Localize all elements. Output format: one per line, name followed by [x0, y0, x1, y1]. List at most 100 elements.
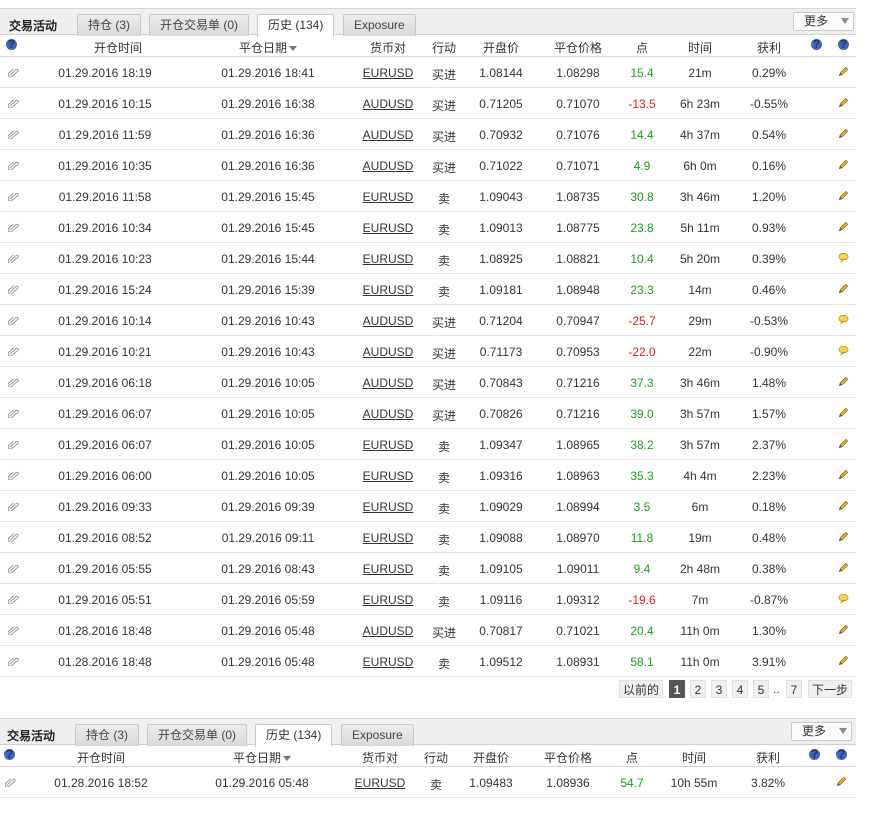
pager-page-1[interactable]: 1 — [669, 680, 685, 698]
cell-symbol-link[interactable]: EURUSD — [363, 655, 414, 669]
pencil-icon[interactable] — [838, 624, 849, 635]
header-duration[interactable]: 时间 — [682, 749, 706, 766]
pager-page-2[interactable]: 2 — [690, 680, 706, 698]
table-row[interactable]: 01.29.2016 18:19 01.29.2016 18:41 EURUSD 买进… — [0, 57, 856, 88]
header-profit[interactable]: 获利 — [757, 39, 781, 56]
table-row[interactable]: 01.29.2016 11:59 01.29.2016 16:36 AUDUSD 买进… — [0, 119, 856, 150]
paperclip-icon[interactable] — [7, 159, 19, 171]
pencil-icon[interactable] — [838, 562, 849, 573]
table-row[interactable]: 01.29.2016 05:51 01.29.2016 05:59 EURUSD 卖 1… — [0, 584, 856, 615]
table-row[interactable]: 01.28.2016 18:48 01.29.2016 05:48 EURUSD 卖 1… — [0, 646, 856, 677]
paperclip-icon[interactable] — [7, 128, 19, 140]
pager-page-4[interactable]: 4 — [732, 680, 748, 698]
paperclip-icon[interactable] — [7, 407, 19, 419]
header-close-price[interactable]: 平仓价格 — [544, 749, 592, 766]
header-action[interactable]: 行动 — [424, 749, 448, 766]
header-points[interactable]: 点 — [626, 749, 638, 766]
pager-prev-button[interactable]: 以前的 — [619, 680, 663, 698]
cell-symbol-link[interactable]: EURUSD — [363, 593, 414, 607]
table-row[interactable]: 01.29.2016 06:07 01.29.2016 10:05 AUDUSD 买进… — [0, 398, 856, 429]
help-icon[interactable]: ? — [6, 38, 17, 50]
table-row[interactable]: 01.29.2016 06:07 01.29.2016 10:05 EURUSD 卖 1… — [0, 429, 856, 460]
header-profit[interactable]: 获利 — [756, 749, 780, 766]
pencil-icon[interactable] — [838, 128, 849, 139]
comment-icon[interactable] — [838, 593, 849, 604]
header-symbol[interactable]: 货币对 — [370, 39, 406, 56]
pager-page-last[interactable]: 7 — [786, 680, 802, 698]
paperclip-icon[interactable] — [4, 776, 16, 788]
table-row[interactable]: 01.29.2016 10:15 01.29.2016 16:38 AUDUSD 买进… — [0, 88, 856, 119]
pencil-icon[interactable] — [838, 500, 849, 511]
cell-symbol-link[interactable]: EURUSD — [363, 66, 414, 80]
paperclip-icon[interactable] — [7, 376, 19, 388]
table-row[interactable]: 01.29.2016 05:55 01.29.2016 08:43 EURUSD 卖 1… — [0, 553, 856, 584]
cell-symbol-link[interactable]: EURUSD — [363, 252, 414, 266]
pencil-icon[interactable] — [836, 776, 847, 787]
header-open-time[interactable]: 开仓时间 — [77, 749, 125, 766]
paperclip-icon[interactable] — [7, 314, 19, 326]
pencil-icon[interactable] — [838, 190, 849, 201]
tab-open-positions[interactable]: 持仓 (3) — [77, 14, 142, 36]
paperclip-icon[interactable] — [7, 593, 19, 605]
table-row[interactable]: 01.29.2016 11:58 01.29.2016 15:45 EURUSD 卖 1… — [0, 181, 856, 212]
help-icon[interactable]: ? — [4, 748, 15, 760]
paperclip-icon[interactable] — [7, 438, 19, 450]
cell-symbol-link[interactable]: EURUSD — [363, 438, 414, 452]
help-icon[interactable]: ? — [809, 748, 820, 760]
header-points[interactable]: 点 — [636, 39, 648, 56]
paperclip-icon[interactable] — [7, 190, 19, 202]
table-row[interactable]: 01.29.2016 15:24 01.29.2016 15:39 EURUSD 卖 1… — [0, 274, 856, 305]
paperclip-icon[interactable] — [7, 624, 19, 636]
paperclip-icon[interactable] — [7, 562, 19, 574]
cell-symbol-link[interactable]: EURUSD — [363, 283, 414, 297]
pencil-icon[interactable] — [838, 66, 849, 77]
more-dropdown[interactable]: 更多 — [791, 722, 852, 741]
cell-symbol-link[interactable]: EURUSD — [363, 190, 414, 204]
pencil-icon[interactable] — [838, 97, 849, 108]
cell-symbol-link[interactable]: AUDUSD — [363, 345, 414, 359]
tab-exposure[interactable]: Exposure — [343, 14, 416, 36]
header-close-date[interactable]: 平仓日期 — [239, 39, 298, 56]
cell-symbol-link[interactable]: AUDUSD — [363, 128, 414, 142]
table-row[interactable]: 01.29.2016 10:21 01.29.2016 10:43 AUDUSD 买进… — [0, 336, 856, 367]
tab-history[interactable]: 历史 (134) — [255, 724, 333, 747]
pencil-icon[interactable] — [838, 438, 849, 449]
cell-symbol-link[interactable]: EURUSD — [363, 500, 414, 514]
paperclip-icon[interactable] — [7, 252, 19, 264]
pencil-icon[interactable] — [838, 655, 849, 666]
cell-symbol-link[interactable]: AUDUSD — [363, 407, 414, 421]
cell-symbol-link[interactable]: EURUSD — [355, 776, 406, 790]
tab-pending-orders[interactable]: 开仓交易单 (0) — [147, 724, 248, 746]
table-row[interactable]: 01.29.2016 06:18 01.29.2016 10:05 AUDUSD 买进… — [0, 367, 856, 398]
table-row[interactable]: 01.29.2016 10:23 01.29.2016 15:44 EURUSD 卖 1… — [0, 243, 856, 274]
pager-page-5[interactable]: 5 — [753, 680, 769, 698]
header-action[interactable]: 行动 — [432, 39, 456, 56]
paperclip-icon[interactable] — [7, 97, 19, 109]
header-open-price[interactable]: 开盘价 — [483, 39, 519, 56]
cell-symbol-link[interactable]: EURUSD — [363, 531, 414, 545]
comment-icon[interactable] — [838, 252, 849, 263]
pager-next-button[interactable]: 下一步 — [808, 680, 852, 698]
help-icon[interactable]: ? — [836, 748, 847, 760]
table-row[interactable]: 01.29.2016 09:33 01.29.2016 09:39 EURUSD 卖 1… — [0, 491, 856, 522]
tab-history[interactable]: 历史 (134) — [257, 14, 335, 37]
comment-icon[interactable] — [838, 345, 849, 356]
table-row[interactable]: 01.29.2016 10:35 01.29.2016 16:36 AUDUSD 买进… — [0, 150, 856, 181]
help-icon[interactable]: ? — [838, 38, 849, 50]
header-duration[interactable]: 时间 — [688, 39, 712, 56]
paperclip-icon[interactable] — [7, 283, 19, 295]
pager-page-3[interactable]: 3 — [711, 680, 727, 698]
table-row[interactable]: 01.29.2016 10:14 01.29.2016 10:43 AUDUSD 买进… — [0, 305, 856, 336]
cell-symbol-link[interactable]: EURUSD — [363, 469, 414, 483]
header-symbol[interactable]: 货币对 — [362, 749, 398, 766]
tab-pending-orders[interactable]: 开仓交易单 (0) — [149, 14, 250, 36]
cell-symbol-link[interactable]: AUDUSD — [363, 159, 414, 173]
paperclip-icon[interactable] — [7, 66, 19, 78]
pencil-icon[interactable] — [838, 407, 849, 418]
header-close-date[interactable]: 平仓日期 — [233, 749, 292, 766]
paperclip-icon[interactable] — [7, 345, 19, 357]
table-row[interactable]: 01.29.2016 06:00 01.29.2016 10:05 EURUSD 卖 1… — [0, 460, 856, 491]
pencil-icon[interactable] — [838, 283, 849, 294]
paperclip-icon[interactable] — [7, 531, 19, 543]
cell-symbol-link[interactable]: EURUSD — [363, 221, 414, 235]
